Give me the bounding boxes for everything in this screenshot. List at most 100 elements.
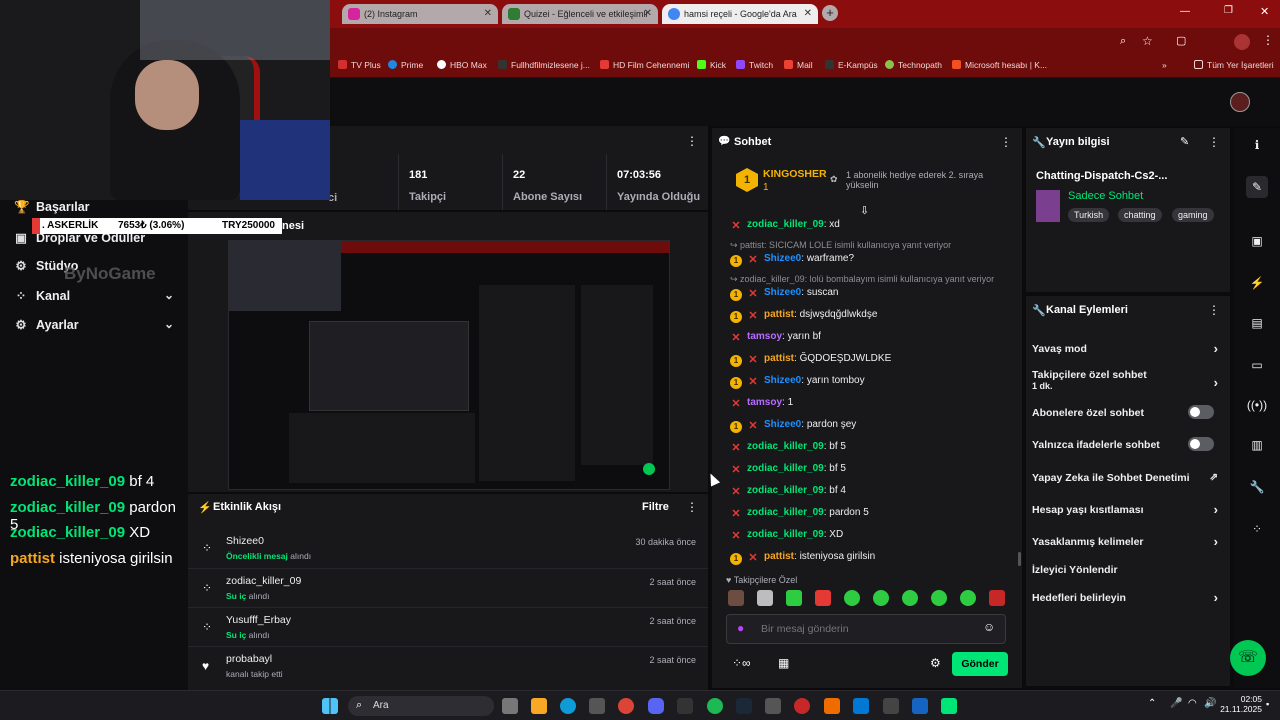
- emote-icon[interactable]: [902, 590, 918, 606]
- bookmark-e-kampus[interactable]: E-Kampüs: [825, 60, 878, 70]
- maximize-icon[interactable]: ❐: [1224, 5, 1233, 16]
- send-button[interactable]: Gönder: [952, 652, 1008, 676]
- minimize-icon[interactable]: —: [1180, 6, 1190, 17]
- browser-tab-google[interactable]: hamsi reçeli - Google'da Ara ✕: [662, 4, 818, 24]
- more-options-icon[interactable]: ⋮: [1000, 135, 1012, 149]
- chat-user[interactable]: zodiac_killer_09: [747, 219, 824, 230]
- emote-icon[interactable]: [728, 590, 744, 606]
- chat-message[interactable]: ✕ zodiac_killer_09: xd: [730, 219, 839, 232]
- chat-user[interactable]: zodiac_killer_09: [747, 529, 824, 540]
- edit-icon[interactable]: ✎: [1180, 135, 1189, 148]
- browser-tab-instagram[interactable]: (2) Instagram ✕: [342, 4, 498, 24]
- store-icon[interactable]: [589, 698, 605, 714]
- chat-icon[interactable]: ▭: [1246, 354, 1268, 376]
- chat-user[interactable]: pattist: [764, 353, 794, 364]
- collapse-icon[interactable]: ⇩: [860, 204, 869, 217]
- more-options-icon[interactable]: ⋮: [686, 500, 698, 514]
- emote-only-toggle[interactable]: [1188, 437, 1214, 451]
- activity-item[interactable]: ⁘ zodiac_killer_09 Su iç alındı 2 saat ö…: [188, 568, 708, 607]
- bookmark-mail[interactable]: Mail: [784, 60, 813, 70]
- wrench-icon[interactable]: 🔧: [1246, 476, 1268, 498]
- chat-user[interactable]: tamsoy: [747, 397, 782, 408]
- tag[interactable]: gaming: [1172, 208, 1214, 222]
- account-age-action[interactable]: Hesap yaşı kısıtlaması ›: [1032, 502, 1224, 517]
- bookmark-microsoft[interactable]: Microsoft hesabı | K...: [952, 60, 1047, 70]
- steam-icon[interactable]: [736, 698, 752, 714]
- chat-user[interactable]: tamsoy: [747, 331, 782, 342]
- microphone-icon[interactable]: ●: [737, 621, 744, 635]
- chat-message[interactable]: ✕ zodiac_killer_09: bf 4: [730, 485, 846, 498]
- chat-message[interactable]: 1 ✕ Shizee0: pardon şey: [730, 419, 856, 433]
- clock[interactable]: 02:05 21.11.2025: [1214, 694, 1262, 714]
- new-tab-button[interactable]: +: [822, 5, 838, 21]
- close-icon[interactable]: ✕: [484, 4, 492, 24]
- tag[interactable]: Turkish: [1068, 208, 1110, 222]
- chat-message[interactable]: ✕ zodiac_killer_09: bf 5: [730, 463, 846, 476]
- chat-user[interactable]: zodiac_killer_09: [747, 463, 824, 474]
- user-avatar[interactable]: [1230, 92, 1250, 112]
- emote-only-action[interactable]: Yalnızca ifadelerle sohbet: [1032, 437, 1224, 451]
- emoji-icon[interactable]: ☺: [983, 620, 995, 634]
- stream-preview-video[interactable]: [228, 240, 670, 490]
- app-icon[interactable]: [677, 698, 693, 714]
- zoom-icon[interactable]: ⌕: [1120, 35, 1126, 48]
- emote-icon[interactable]: [873, 590, 889, 606]
- more-options-icon[interactable]: ⋮: [1208, 303, 1220, 317]
- emote-icon[interactable]: [815, 590, 831, 606]
- chat-user[interactable]: Shizee0: [764, 419, 801, 430]
- close-icon[interactable]: ✕: [644, 4, 652, 24]
- chat-message-input[interactable]: [761, 621, 971, 637]
- windows-start-icon[interactable]: [322, 698, 338, 714]
- tag[interactable]: chatting: [1118, 208, 1162, 222]
- sidebar-item-channel[interactable]: ⁘ Kanal ⌄: [14, 288, 174, 303]
- notifications-icon[interactable]: ▪: [1266, 699, 1269, 709]
- bookmark-hd-film[interactable]: HD Film Cehennemi: [600, 60, 690, 70]
- banned-words-action[interactable]: Yasaklanmış kelimeler ›: [1032, 534, 1224, 549]
- sidebar-item-achievements[interactable]: 🏆 Başarılar: [14, 200, 90, 215]
- chat-message[interactable]: ✕ tamsoy: 1: [730, 397, 793, 410]
- app-icon[interactable]: [883, 698, 899, 714]
- set-goals-action[interactable]: Hedefleri belirleyin ›: [1032, 590, 1224, 605]
- more-options-icon[interactable]: ⋮: [1208, 135, 1220, 149]
- bookmark-fullhd[interactable]: Fullhdfilmizlesene j...: [498, 60, 590, 70]
- app-icon[interactable]: [912, 698, 928, 714]
- lightning-icon[interactable]: ⚡: [1246, 272, 1268, 294]
- window-close-icon[interactable]: ✕: [1260, 5, 1269, 18]
- activity-item[interactable]: ⁘ Yusufff_Erbay Su iç alındı 2 saat önce: [188, 607, 708, 646]
- emote-icon[interactable]: [844, 590, 860, 606]
- discord-icon[interactable]: [648, 698, 664, 714]
- filter-button[interactable]: Filtre: [642, 501, 669, 513]
- emote-icon[interactable]: [989, 590, 1005, 606]
- chat-settings-icon[interactable]: ⚙: [930, 656, 941, 670]
- help-button[interactable]: ☏: [1230, 640, 1266, 676]
- chat-user[interactable]: pattist: [764, 309, 794, 320]
- bookmark-prime[interactable]: Prime: [388, 60, 423, 70]
- subscribers-only-action[interactable]: Abonelere özel sohbet: [1032, 405, 1224, 419]
- chat-message[interactable]: ✕ zodiac_killer_09: XD: [730, 529, 843, 542]
- sidebar-item-settings[interactable]: ⚙ Ayarlar ⌄: [14, 317, 174, 332]
- store-icon[interactable]: ▦: [778, 656, 789, 670]
- activity-item[interactable]: ⁘ Shizee0 Öncelikli mesaj alındı 30 daki…: [188, 529, 708, 568]
- chrome-icon[interactable]: [618, 698, 634, 714]
- scrollbar[interactable]: [1018, 552, 1021, 566]
- more-options-icon[interactable]: ⋮: [686, 134, 698, 148]
- all-bookmarks[interactable]: Tüm Yer İşaretleri: [1194, 60, 1274, 70]
- chat-user[interactable]: Shizee0: [764, 253, 801, 264]
- emote-icon[interactable]: [757, 590, 773, 606]
- chat-message[interactable]: ✕ tamsoy: yarın bf: [730, 331, 821, 344]
- chat-message[interactable]: 1 ✕ Shizee0: warframe?: [730, 253, 854, 267]
- document-icon[interactable]: ▤: [1246, 312, 1268, 334]
- chat-user[interactable]: Shizee0: [764, 287, 801, 298]
- app-icon[interactable]: [765, 698, 781, 714]
- followers-only-action[interactable]: Takipçilere özel sohbet 1 dk. ›: [1032, 369, 1224, 391]
- app-icon[interactable]: [794, 698, 810, 714]
- ai-moderation-action[interactable]: Yapay Zeka ile Sohbet Denetimi ⇗: [1032, 472, 1224, 484]
- emote-icon[interactable]: [786, 590, 802, 606]
- info-icon[interactable]: ℹ: [1246, 134, 1268, 156]
- browser-tab-quizei[interactable]: Quizei - Eğlenceli ve etkileşimli ✕: [502, 4, 658, 24]
- taskbar-search[interactable]: ⌕ Ara: [348, 696, 494, 716]
- chat-message[interactable]: 1 ✕ pattist: ĞQDOEŞDJWLDKE: [730, 353, 891, 367]
- chat-message[interactable]: ✕ zodiac_killer_09: pardon 5: [730, 507, 868, 520]
- bookmark-technopath[interactable]: Technopath: [885, 60, 942, 70]
- bookmark-star-icon[interactable]: ☆: [1142, 34, 1153, 48]
